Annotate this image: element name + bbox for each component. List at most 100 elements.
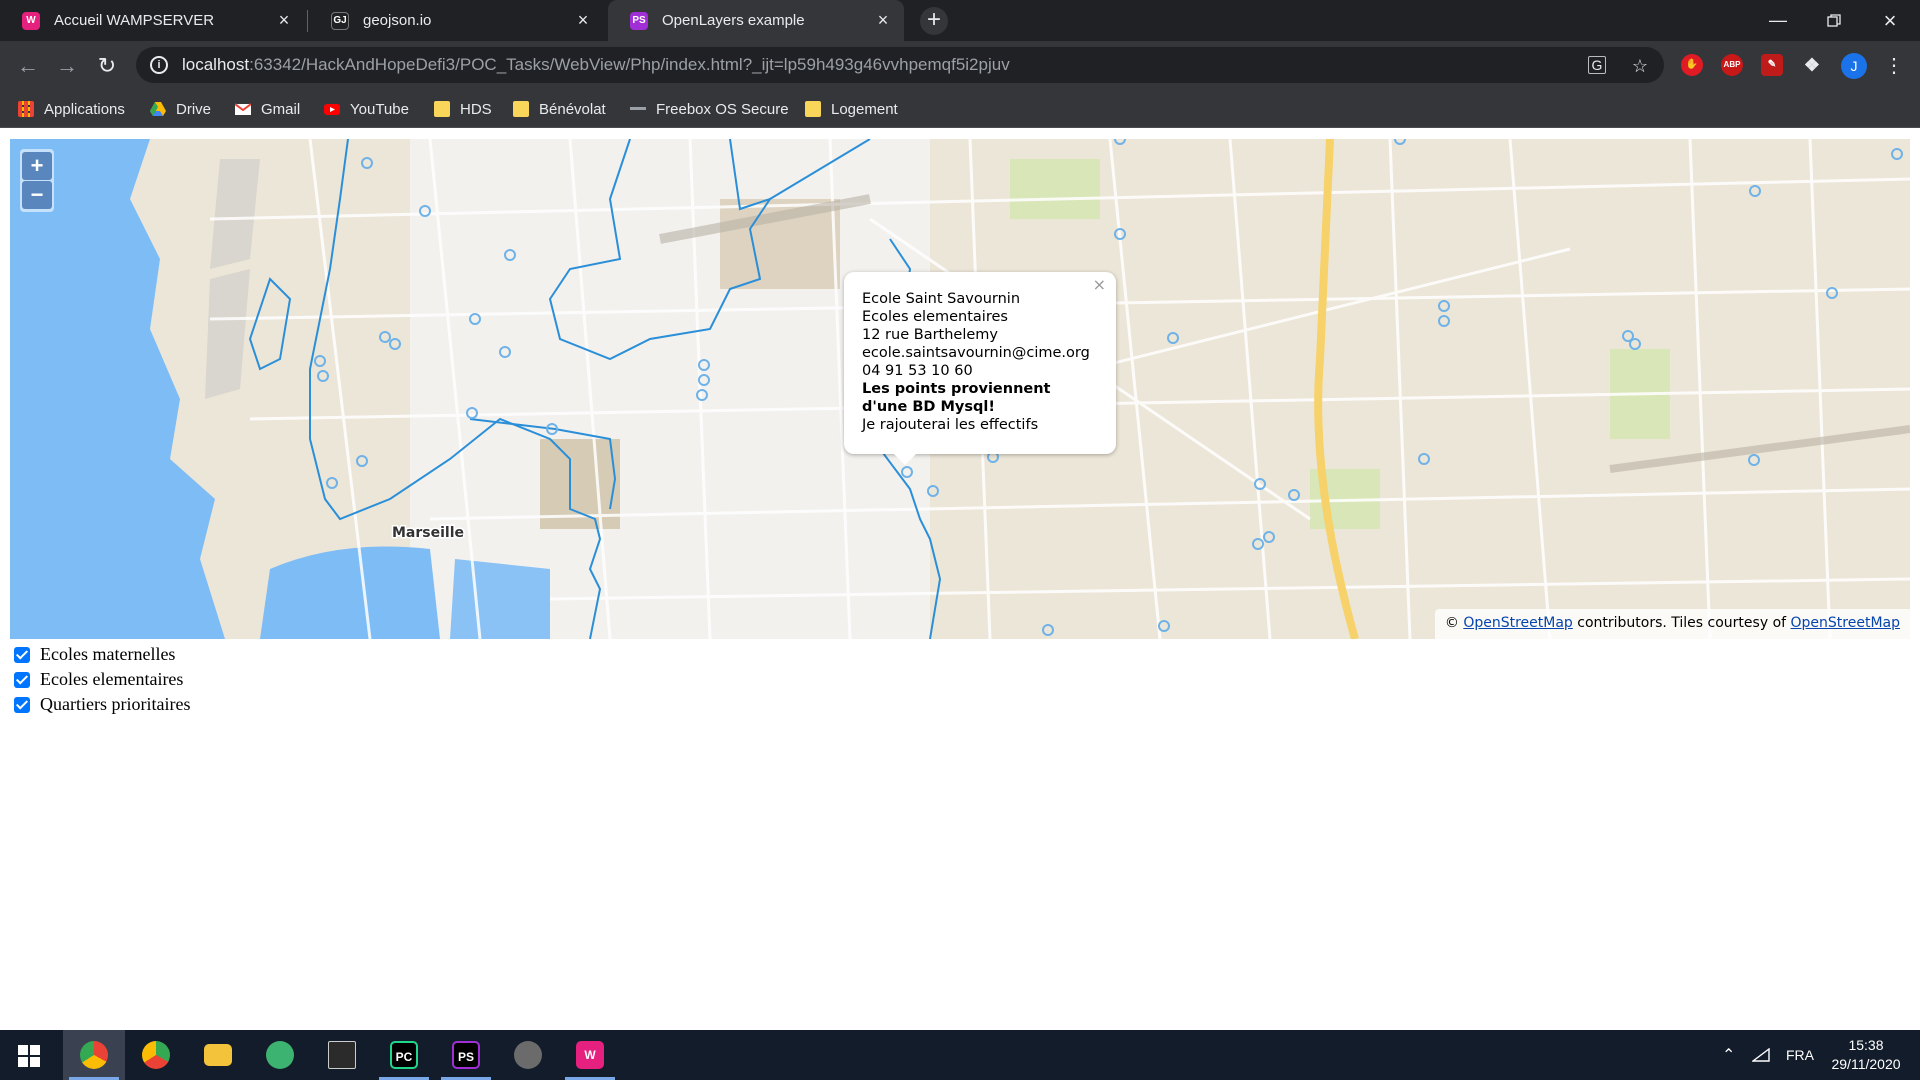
taskbar-atom[interactable] [249,1030,311,1080]
bookmarks-bar: Applications Drive Gmail YouTube HDS Bén… [0,90,1920,128]
reload-button[interactable]: ↻ [92,51,122,81]
taskbar-file-explorer[interactable] [187,1030,249,1080]
tab-divider [307,10,308,32]
abp-icon[interactable]: ABP [1721,54,1743,76]
pdf-icon[interactable]: ✎ [1761,54,1783,76]
folder-icon [805,101,821,117]
tab-title: OpenLayers example [662,12,805,29]
profile-avatar[interactable]: J [1841,53,1867,79]
adblock-icon[interactable]: ✋ [1681,54,1703,76]
youtube-icon [324,104,340,115]
taskbar-chrome-alt[interactable] [125,1030,187,1080]
layer-checkbox[interactable] [14,671,30,688]
folder-icon [513,101,529,117]
taskbar-app-grey[interactable] [497,1030,559,1080]
wampserver-icon: W [22,11,40,30]
layer-toggles: Ecoles maternelles Ecoles elementaires Q… [14,642,190,717]
address-bar[interactable]: i localhost:63342/HackAndHopeDefi3/POC_T… [136,47,1664,83]
bookmark-star-icon[interactable]: ☆ [1630,56,1650,76]
layer-checkbox[interactable] [14,696,30,713]
openstreetmap-link[interactable]: OpenStreetMap [1463,615,1572,631]
taskbar-pycharm[interactable]: PC [373,1030,435,1080]
taskbar-wampserver[interactable]: W [559,1030,621,1080]
tray-overflow-icon[interactable]: ⌃ [1722,1030,1735,1080]
tab-strip: W Accueil WAMPSERVER × GJ geojson.io × P… [0,0,1920,41]
tab-wampserver[interactable]: W Accueil WAMPSERVER × [0,0,305,41]
tab-geojson[interactable]: GJ geojson.io × [309,0,604,41]
bookmark-applications[interactable]: Applications [18,90,125,128]
layer-label: Quartiers prioritaires [40,694,191,714]
minimize-button[interactable]: — [1750,0,1806,41]
popup-note: Je rajouterai les effectifs [862,417,1039,433]
windows-start-icon[interactable] [18,1045,40,1067]
terminal-icon [328,1041,356,1069]
layer-checkbox[interactable] [14,646,30,663]
windows-taskbar: PC PS W ⌃ FRA 15:38 29/11/2020 [0,1030,1920,1080]
zoom-control: + − [20,149,54,212]
chrome-alt-icon [142,1041,170,1069]
file-explorer-icon [204,1044,232,1066]
url-text[interactable]: localhost:63342/HackAndHopeDefi3/POC_Tas… [182,55,1010,75]
zoom-out-button[interactable]: − [22,181,52,209]
taskbar-terminal[interactable] [311,1030,373,1080]
bookmark-gmail[interactable]: Gmail [235,90,300,128]
browser-toolbar: ← → ↻ i localhost:63342/HackAndHopeDefi3… [0,41,1920,90]
translate-icon[interactable]: G [1588,56,1606,74]
geojson-icon: GJ [331,11,349,30]
city-label: Marseille [392,525,464,541]
taskbar-phpstorm[interactable]: PS [435,1030,497,1080]
pycharm-icon: PC [390,1041,418,1069]
close-icon[interactable]: × [872,10,894,31]
gmail-icon [235,103,251,115]
popup-note-bold: Les points proviennent [862,381,1051,397]
zoom-in-button[interactable]: + [22,152,52,180]
browser-menu-icon[interactable]: ⋮ [1884,51,1904,81]
extensions-puzzle-icon[interactable]: ❖ [1801,54,1823,76]
popup-note-bold: d'une BD Mysql! [862,399,995,415]
system-clock[interactable]: 15:38 29/11/2020 [1826,1036,1906,1074]
school-email: ecole.saintsavournin@cime.org [862,345,1090,361]
site-info-icon[interactable]: i [150,56,168,74]
layer-label: Ecoles elementaires [40,669,184,689]
school-phone: 04 91 53 10 60 [862,363,973,379]
popup-close-button[interactable]: × [1093,276,1106,294]
bookmark-freebox[interactable]: Freebox OS Secure [630,90,789,128]
freebox-icon [630,101,646,117]
forward-button[interactable]: → [52,51,82,81]
school-name: Ecole Saint Savournin [862,291,1021,307]
app-grey-icon [514,1041,542,1069]
tab-title: Accueil WAMPSERVER [54,12,215,29]
restore-icon [1827,13,1841,27]
taskbar-chrome[interactable] [63,1030,125,1080]
language-indicator[interactable]: FRA [1786,1030,1814,1080]
phpstorm-icon: PS [630,11,648,30]
chrome-icon [80,1041,108,1069]
phpstorm-icon: PS [452,1041,480,1069]
openstreetmap-tiles-link[interactable]: OpenStreetMap [1791,615,1900,631]
tab-openlayers[interactable]: PS OpenLayers example × [608,0,904,41]
school-type: Ecoles elementaires [862,309,1008,325]
network-icon[interactable] [1752,1030,1770,1080]
atom-icon [266,1041,294,1069]
drive-icon [150,102,166,116]
wifi-icon [1752,1048,1770,1062]
layer-quartiers-prioritaires: Quartiers prioritaires [14,692,190,717]
bookmark-youtube[interactable]: YouTube [324,90,409,128]
bookmark-hds[interactable]: HDS [434,90,492,128]
back-button[interactable]: ← [13,51,43,81]
close-icon[interactable]: × [273,10,295,31]
layer-label: Ecoles maternelles [40,644,176,664]
bookmark-benevolat[interactable]: Bénévolat [513,90,606,128]
close-window-button[interactable]: × [1862,0,1918,41]
bookmark-logement[interactable]: Logement [805,90,898,128]
new-tab-button[interactable]: + [920,7,948,35]
restore-button[interactable] [1806,0,1862,41]
apps-grid-icon [18,101,34,117]
layer-ecoles-maternelles: Ecoles maternelles [14,642,190,667]
close-icon[interactable]: × [572,10,594,31]
clock-time: 15:38 [1848,1037,1884,1053]
tab-title: geojson.io [363,12,432,29]
school-address: 12 rue Barthelemy [862,327,998,343]
layer-ecoles-elementaires: Ecoles elementaires [14,667,190,692]
bookmark-drive[interactable]: Drive [150,90,211,128]
